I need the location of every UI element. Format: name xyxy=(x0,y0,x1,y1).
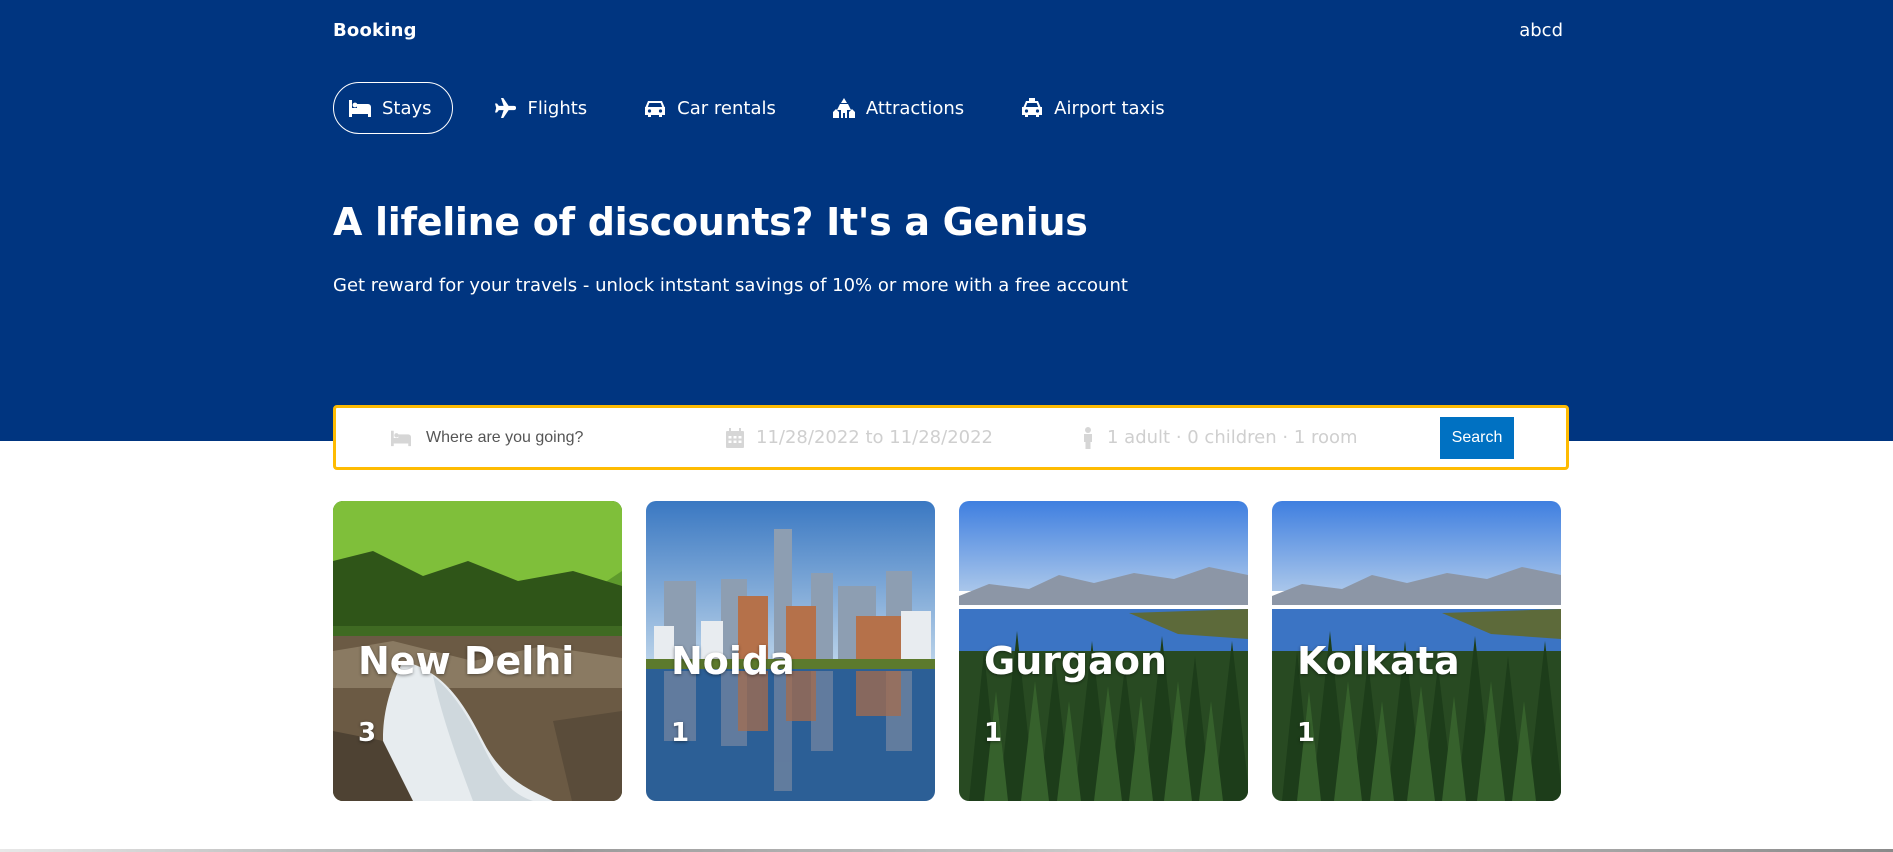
date-range-text: 11/28/2022 to 11/28/2022 xyxy=(756,427,994,448)
search-button[interactable]: Search xyxy=(1440,417,1514,459)
tab-label: Stays xyxy=(382,97,432,119)
attractions-icon xyxy=(832,98,855,118)
hero-title: A lifeline of discounts? It's a Genius xyxy=(333,200,1088,244)
date-picker[interactable]: 11/28/2022 to 11/28/2022 xyxy=(726,408,993,467)
calendar-icon xyxy=(726,427,744,448)
card-city-name: New Delhi xyxy=(358,639,575,683)
tab-label: Airport taxis xyxy=(1054,97,1165,119)
guest-options[interactable]: 1 adult · 0 children · 1 room xyxy=(1081,408,1358,467)
city-card[interactable]: New Delhi 3 xyxy=(333,501,622,801)
tab-attractions[interactable]: Attractions xyxy=(817,82,979,134)
user-name[interactable]: abcd xyxy=(1519,20,1563,41)
city-card[interactable]: Noida 1 xyxy=(646,501,935,801)
logo[interactable]: Booking xyxy=(333,20,417,41)
card-city-name: Noida xyxy=(671,639,795,683)
tab-flights[interactable]: Flights xyxy=(479,82,603,134)
tab-stays[interactable]: Stays xyxy=(333,82,453,134)
tab-airport-taxis[interactable]: Airport taxis xyxy=(1005,82,1179,134)
top-bar: Booking abcd xyxy=(333,18,1563,42)
hero-subtitle: Get reward for your travels - unlock int… xyxy=(333,275,1128,296)
card-property-count: 3 xyxy=(358,718,377,748)
card-property-count: 1 xyxy=(1297,718,1316,748)
taxi-icon xyxy=(1022,98,1043,117)
page: Booking abcd Stays Flights Car rentals A… xyxy=(0,0,1893,852)
bed-icon xyxy=(349,100,371,117)
city-card[interactable]: Gurgaon 1 xyxy=(959,501,1248,801)
guest-options-text: 1 adult · 0 children · 1 room xyxy=(1107,427,1358,448)
plane-icon xyxy=(494,98,516,118)
person-icon xyxy=(1084,426,1092,449)
tab-label: Flights xyxy=(527,97,588,119)
card-property-count: 1 xyxy=(984,718,1003,748)
city-cards: New Delhi 3 Noida 1 Gurgaon 1 Kolkata 1 xyxy=(333,501,1563,801)
destination-field[interactable] xyxy=(388,408,686,467)
search-bar: 11/28/2022 to 11/28/2022 1 adult · 0 chi… xyxy=(333,405,1569,470)
destination-input[interactable] xyxy=(426,428,686,447)
tab-label: Attractions xyxy=(865,97,965,119)
city-card[interactable]: Kolkata 1 xyxy=(1272,501,1561,801)
header: Booking abcd Stays Flights Car rentals A… xyxy=(0,0,1893,441)
card-property-count: 1 xyxy=(671,718,690,748)
card-city-name: Gurgaon xyxy=(984,639,1167,683)
tab-car-rentals[interactable]: Car rentals xyxy=(628,82,791,134)
nav-tabs: Stays Flights Car rentals Attractions Ai… xyxy=(333,82,1563,134)
card-city-name: Kolkata xyxy=(1297,639,1460,683)
bed-icon xyxy=(391,430,411,446)
car-icon xyxy=(645,101,666,117)
tab-label: Car rentals xyxy=(677,97,776,119)
